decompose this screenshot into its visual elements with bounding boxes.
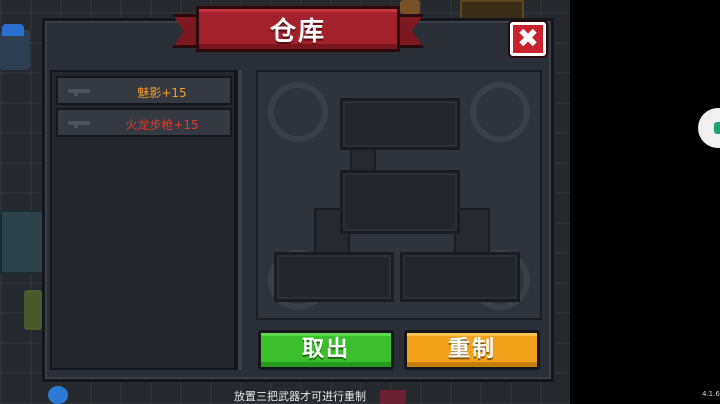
gear-icon [470, 82, 530, 142]
page-title: 仓库 [269, 17, 326, 47]
barrel-icon [400, 0, 420, 14]
weapon-slot-2[interactable] [274, 252, 394, 302]
version-label: 4.1.6 [702, 390, 720, 398]
weapon-slot-1[interactable] [340, 98, 460, 150]
item-name: 魅影+15 [137, 86, 187, 100]
close-button[interactable]: ✖ [510, 22, 546, 56]
gear-icon [268, 82, 328, 142]
title-banner: 仓库 [196, 6, 400, 52]
weapon-slot-3[interactable] [400, 252, 520, 302]
reforge-button[interactable]: 重制 [404, 330, 540, 370]
list-scrollbar[interactable] [236, 70, 242, 370]
rifle-icon [68, 89, 90, 96]
teleport-orb-icon [48, 386, 68, 404]
vending-machine-icon [0, 210, 44, 274]
take-out-button[interactable]: 取出 [258, 330, 394, 370]
npc-soldier-icon [24, 290, 42, 330]
result-slot[interactable] [340, 170, 460, 234]
list-item[interactable]: 火龙步枪+15 [56, 108, 232, 137]
list-item[interactable]: 魅影+15 [56, 76, 232, 105]
weapon-list[interactable]: 魅影+15 火龙步枪+15 [50, 70, 236, 370]
screen-margin [570, 0, 720, 404]
player-character-icon [0, 24, 30, 70]
reforge-area [256, 70, 542, 320]
game-screen: 4.1.6 仓库 ✖ 魅影+15 火龙步枪+15 取出 重制 放置三把武器才可进… [0, 0, 720, 404]
hint-text: 放置三把武器才可进行重制 [234, 390, 366, 403]
item-name: 火龙步枪+15 [125, 118, 199, 132]
close-icon: ✖ [517, 24, 539, 54]
rifle-icon [68, 121, 90, 128]
